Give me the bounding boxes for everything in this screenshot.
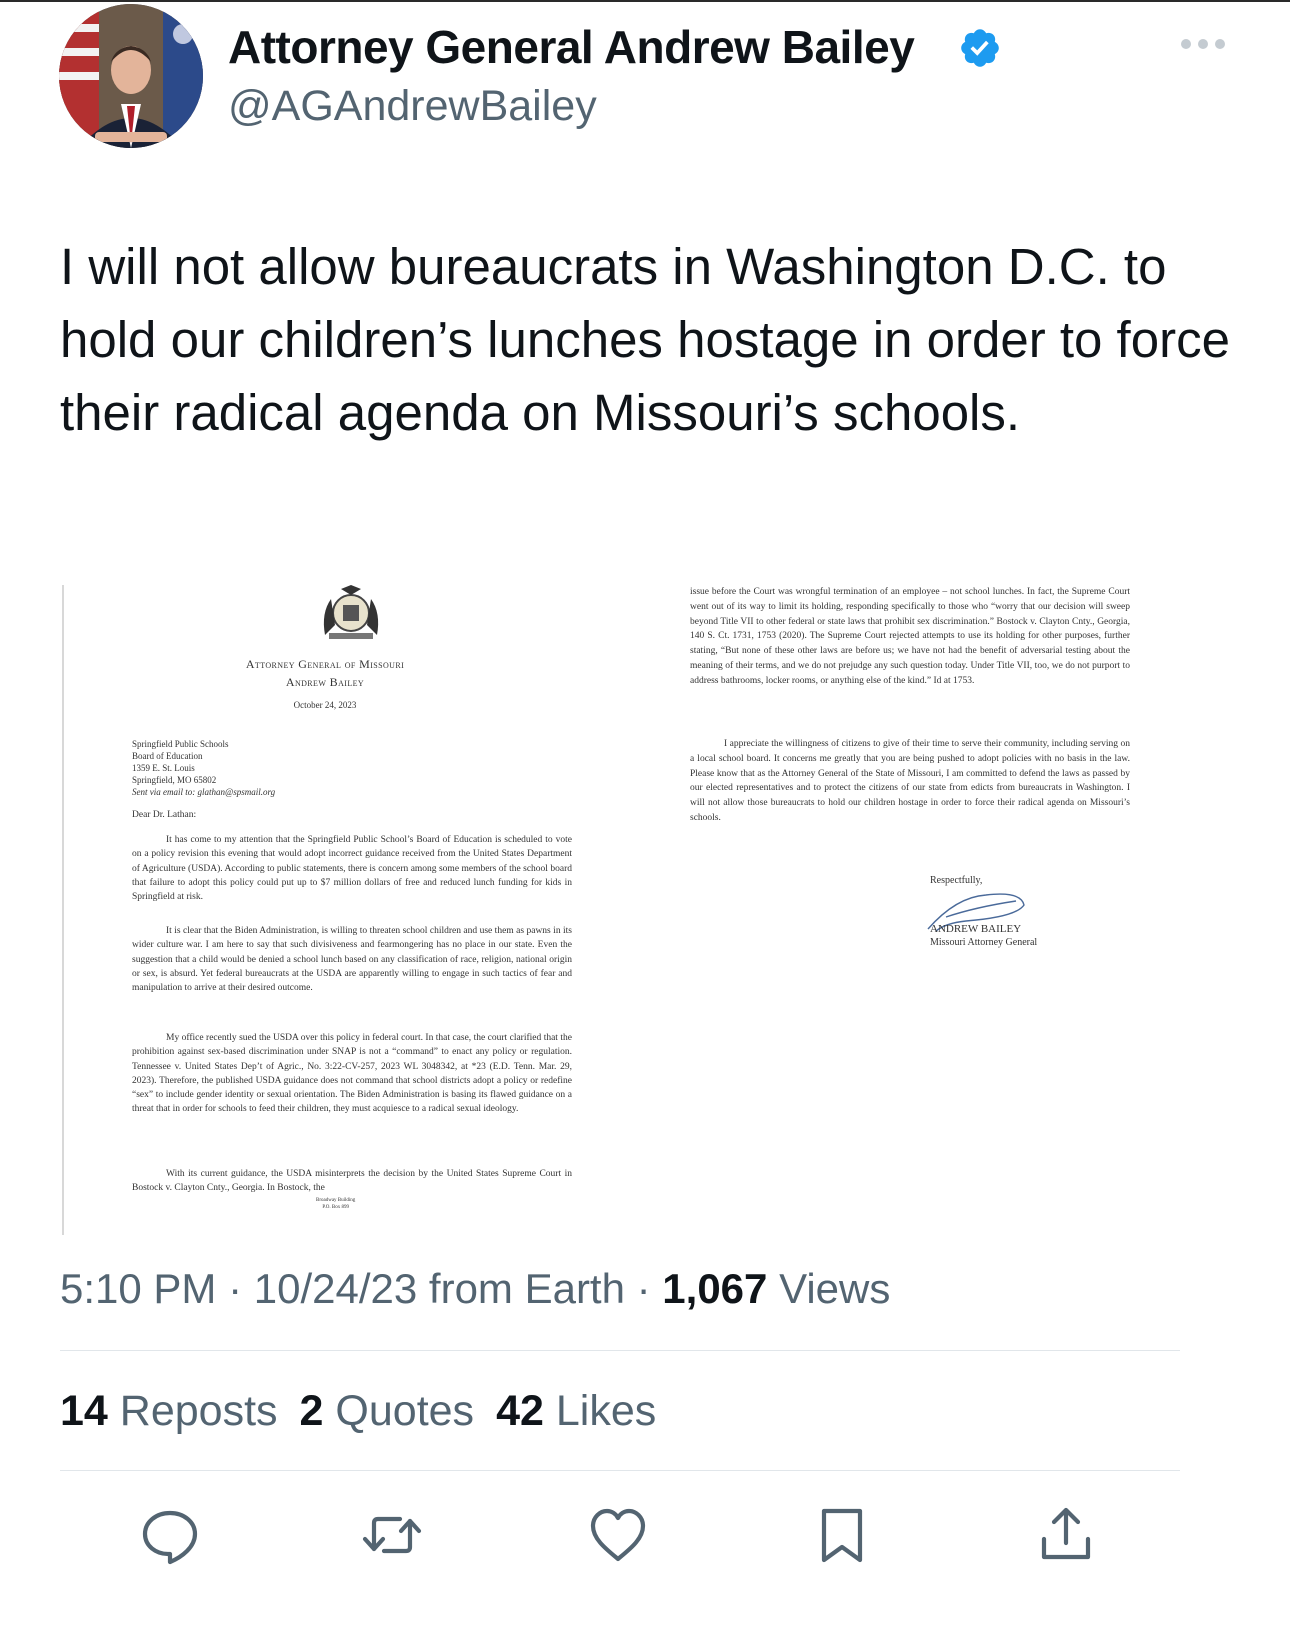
- likes-label: Likes: [543, 1387, 657, 1435]
- author-handle[interactable]: @AGAndrewBailey: [228, 82, 597, 131]
- reply-icon[interactable]: [140, 1505, 200, 1565]
- bookmark-icon[interactable]: [812, 1505, 872, 1565]
- letter-paragraph: It has come to my attention that the Spr…: [132, 835, 572, 903]
- letter-date: October 24, 2023: [293, 700, 357, 710]
- reposts-label: Reposts: [107, 1387, 278, 1435]
- letter-paragraph: With its current guidance, the USDA misi…: [132, 1169, 572, 1194]
- letter-closing: Respectfully,: [930, 875, 983, 886]
- signer-title: Missouri Attorney General: [930, 937, 1038, 948]
- sent-via-line: Sent via email to: glathan@spsmail.org: [132, 787, 276, 797]
- top-border: [0, 0, 1290, 2]
- share-icon[interactable]: [1036, 1505, 1096, 1565]
- letter-paragraph: My office recently sued the USDA over th…: [132, 1033, 572, 1115]
- signer-name: ANDREW BAILEY: [930, 923, 1022, 935]
- letterhead-officer-name: Andrew Bailey: [285, 675, 365, 689]
- footer-line: Broadway Building: [316, 1198, 356, 1203]
- quotes-stat[interactable]: 2 Quotes: [300, 1387, 475, 1435]
- recipient-line: Board of Education: [132, 751, 203, 761]
- meta-separator: ·: [216, 1265, 254, 1312]
- reposts-count: 14: [60, 1387, 108, 1435]
- divider: [60, 1350, 1180, 1351]
- tweet-time[interactable]: 5:10 PM: [60, 1265, 216, 1312]
- recipient-line: Springfield, MO 65802: [132, 775, 217, 785]
- author-display-name[interactable]: Attorney General Andrew Bailey: [228, 20, 915, 74]
- letter-paragraph: It is clear that the Biden Administratio…: [132, 926, 572, 994]
- letterhead-office-title: Attorney General of Missouri: [245, 657, 405, 671]
- views-count: 1,067: [662, 1265, 768, 1312]
- letter-paragraph: I appreciate the willingness of citizens…: [690, 739, 1130, 823]
- divider: [60, 1470, 1180, 1471]
- like-icon[interactable]: [588, 1505, 648, 1565]
- meta-separator: ·: [624, 1265, 663, 1312]
- verified-badge-icon: [961, 29, 999, 67]
- recipient-address: Springfield Public Schools Board of Educ…: [132, 738, 275, 798]
- engagement-stats: 14 Reposts 2 Quotes 42 Likes: [60, 1387, 656, 1436]
- recipient-line: Springfield Public Schools: [132, 739, 229, 749]
- recipient-line: 1359 E. St. Louis: [132, 763, 195, 773]
- salutation: Dear Dr. Lathan:: [132, 810, 197, 820]
- quotes-label: Quotes: [323, 1387, 475, 1435]
- letter-paragraph: issue before the Court was wrongful term…: [690, 587, 1130, 686]
- quotes-count: 2: [299, 1387, 324, 1435]
- avatar-photo: [59, 4, 203, 148]
- repost-icon[interactable]: [362, 1505, 422, 1565]
- likes-count: 42: [496, 1387, 544, 1435]
- avatar[interactable]: [59, 4, 203, 148]
- footer-line: P.O. Box 899: [322, 1205, 349, 1210]
- more-options-icon[interactable]: [1180, 36, 1226, 52]
- missouri-seal-icon: [323, 585, 379, 639]
- letter-page-2[interactable]: issue before the Court was wrongful term…: [690, 585, 1210, 1005]
- letter-footer: Broadway Building P.O. Box 899: [316, 1197, 355, 1211]
- tweet-meta: 5:10 PM · 10/24/23 from Earth · 1,067 Vi…: [60, 1265, 890, 1313]
- views-label: Views: [767, 1265, 891, 1312]
- tweet-date-source[interactable]: 10/24/23 from Earth: [254, 1265, 625, 1312]
- reposts-stat[interactable]: 14 Reposts: [60, 1387, 278, 1435]
- likes-stat[interactable]: 42 Likes: [496, 1387, 656, 1435]
- letter-page-1[interactable]: Attorney General of Missouri Andrew Bail…: [62, 585, 584, 1235]
- tweet-text: I will not allow bureaucrats in Washingt…: [60, 238, 1230, 441]
